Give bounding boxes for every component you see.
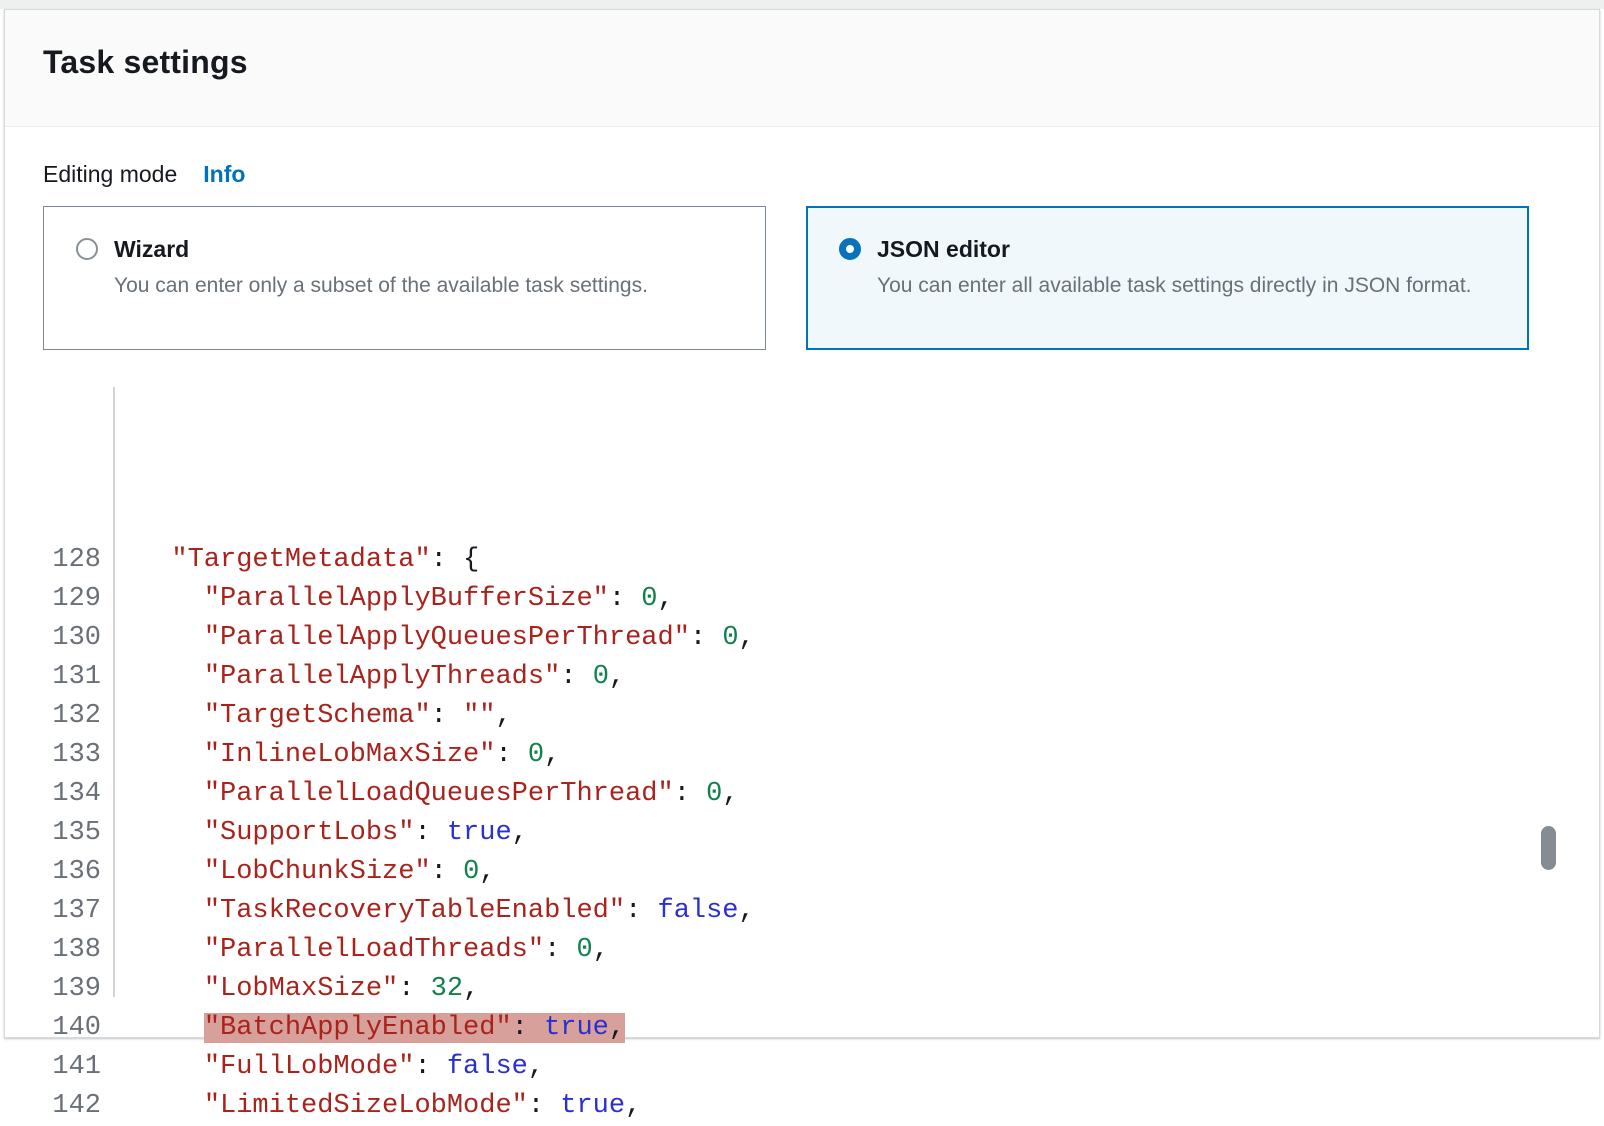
editing-mode-label: Editing mode — [43, 161, 177, 188]
wizard-card-inner: Wizard You can enter only a subset of th… — [76, 231, 737, 302]
vertical-scrollbar-thumb[interactable] — [1541, 826, 1556, 870]
line-number: 140 — [43, 1009, 109, 1048]
line-number: 129 — [43, 580, 109, 619]
line-number: 132 — [43, 697, 109, 736]
code-text: "ParallelApplyThreads": 0, — [109, 658, 625, 697]
code-text: "SupportLobs": true, — [109, 814, 528, 853]
line-number: 138 — [43, 931, 109, 970]
panel-header: Task settings — [5, 10, 1599, 127]
code-line-128: 128 "TargetMetadata": { — [43, 541, 1561, 580]
json-editor-radio-button[interactable] — [839, 238, 861, 260]
code-line-141: 141 "FullLobMode": false, — [43, 1048, 1561, 1087]
code-text: "TargetSchema": "", — [109, 697, 512, 736]
wizard-radio-button[interactable] — [76, 238, 98, 260]
line-number: 134 — [43, 775, 109, 814]
code-line-137: 137 "TaskRecoveryTableEnabled": false, — [43, 892, 1561, 931]
code-text: "LimitedSizeLobMode": true, — [109, 1087, 641, 1126]
code-line-139: 139 "LobMaxSize": 32, — [43, 970, 1561, 1009]
gutter-separator — [113, 387, 115, 997]
code-text: "LobChunkSize": 0, — [109, 853, 495, 892]
code-line-135: 135 "SupportLobs": true, — [43, 814, 1561, 853]
editing-mode-row: Editing mode Info — [43, 161, 1561, 188]
panel-content: Editing mode Info Wizard You can enter o… — [5, 127, 1599, 1126]
line-number: 135 — [43, 814, 109, 853]
json-editor-card-text: JSON editor You can enter all available … — [877, 231, 1472, 302]
code-line-140: 140 "BatchApplyEnabled": true, — [43, 1009, 1561, 1048]
json-editor-title: JSON editor — [877, 231, 1472, 267]
line-number: 142 — [43, 1087, 109, 1126]
code-text: "TargetMetadata": { — [109, 541, 479, 580]
code-line-142: 142 "LimitedSizeLobMode": true, — [43, 1087, 1561, 1126]
json-editor-card-inner: JSON editor You can enter all available … — [839, 231, 1500, 302]
code-line-130: 130 "ParallelApplyQueuesPerThread": 0, — [43, 619, 1561, 658]
highlighted-code: "BatchApplyEnabled": true, — [204, 1013, 625, 1043]
code-line-133: 133 "InlineLobMaxSize": 0, — [43, 736, 1561, 775]
page-top-strip — [0, 0, 1604, 9]
code-line-136: 136 "LobChunkSize": 0, — [43, 853, 1561, 892]
code-line-132: 132 "TargetSchema": "", — [43, 697, 1561, 736]
json-editor-description: You can enter all available task setting… — [877, 270, 1472, 302]
wizard-title: Wizard — [114, 231, 648, 267]
wizard-description: You can enter only a subset of the avail… — [114, 270, 648, 302]
line-number: 128 — [43, 541, 109, 580]
code-text: "ParallelApplyBufferSize": 0, — [109, 580, 674, 619]
json-editor-mode-card[interactable]: JSON editor You can enter all available … — [806, 206, 1529, 350]
line-number: 130 — [43, 619, 109, 658]
code-text: "BatchApplyEnabled": true, — [109, 1009, 625, 1048]
line-number: 141 — [43, 1048, 109, 1087]
code-line-129: 129 "ParallelApplyBufferSize": 0, — [43, 580, 1561, 619]
wizard-card-text: Wizard You can enter only a subset of th… — [114, 231, 648, 302]
editing-mode-options: Wizard You can enter only a subset of th… — [43, 206, 1561, 350]
task-settings-panel: Task settings Editing mode Info Wizard Y… — [4, 9, 1600, 1038]
code-line-131: 131 "ParallelApplyThreads": 0, — [43, 658, 1561, 697]
code-text: "ParallelApplyQueuesPerThread": 0, — [109, 619, 755, 658]
line-number: 133 — [43, 736, 109, 775]
line-number: 136 — [43, 853, 109, 892]
editing-mode-info-link[interactable]: Info — [203, 161, 245, 188]
line-number: 139 — [43, 970, 109, 1009]
code-text: "LobMaxSize": 32, — [109, 970, 479, 1009]
code-text: "InlineLobMaxSize": 0, — [109, 736, 560, 775]
code-text: "TaskRecoveryTableEnabled": false, — [109, 892, 755, 931]
wizard-mode-card[interactable]: Wizard You can enter only a subset of th… — [43, 206, 766, 350]
code-text: "FullLobMode": false, — [109, 1048, 544, 1087]
line-number: 131 — [43, 658, 109, 697]
code-line-138: 138 "ParallelLoadThreads": 0, — [43, 931, 1561, 970]
line-number: 137 — [43, 892, 109, 931]
code-text: "ParallelLoadQueuesPerThread": 0, — [109, 775, 739, 814]
code-line-134: 134 "ParallelLoadQueuesPerThread": 0, — [43, 775, 1561, 814]
panel-title: Task settings — [43, 44, 1561, 81]
code-text: "ParallelLoadThreads": 0, — [109, 931, 609, 970]
json-code-editor[interactable]: 128 "TargetMetadata": {129 "ParallelAppl… — [43, 385, 1561, 1126]
